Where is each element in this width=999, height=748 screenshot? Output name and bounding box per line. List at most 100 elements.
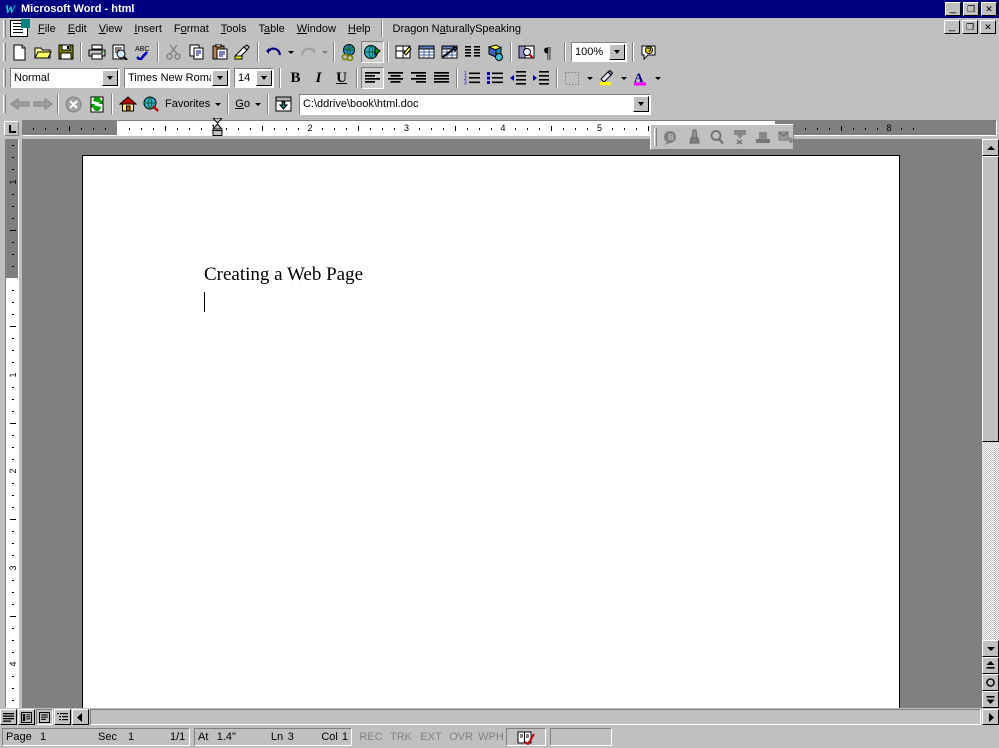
tables-and-borders-button[interactable] xyxy=(392,41,415,63)
address-combo-arrow[interactable] xyxy=(632,96,649,112)
document-canvas[interactable]: Creating a Web Page xyxy=(22,139,982,708)
select-browse-object-button[interactable] xyxy=(982,674,999,691)
highlight-button[interactable] xyxy=(595,67,618,89)
vertical-scrollbar[interactable] xyxy=(982,139,999,708)
status-flag-rec[interactable]: REC xyxy=(356,731,386,743)
new-document-button[interactable] xyxy=(8,41,31,63)
menu-view[interactable]: View xyxy=(93,20,129,38)
window-minimize-button[interactable]: _ xyxy=(945,2,961,16)
vertical-scroll-thumb[interactable] xyxy=(982,156,999,442)
style-combo[interactable]: Normal xyxy=(10,68,120,88)
menu-help[interactable]: Help xyxy=(342,20,377,38)
vertical-ruler[interactable]: 1 1 2 3 4 xyxy=(0,139,22,708)
copy-button[interactable] xyxy=(185,41,208,63)
print-layout-view-button[interactable] xyxy=(36,709,53,725)
font-size-combo-arrow[interactable] xyxy=(256,70,272,86)
search-web-icon[interactable] xyxy=(139,93,162,115)
borders-dropdown-arrow[interactable] xyxy=(584,67,595,89)
paste-button[interactable] xyxy=(208,41,231,63)
previous-page-button[interactable] xyxy=(982,657,999,674)
refresh-icon[interactable] xyxy=(85,93,108,115)
columns-button[interactable] xyxy=(461,41,484,63)
style-combo-arrow[interactable] xyxy=(102,70,118,86)
borders-button[interactable] xyxy=(561,67,584,89)
undo-button[interactable] xyxy=(262,41,285,63)
align-left-button[interactable] xyxy=(361,67,384,89)
align-justify-button[interactable] xyxy=(430,67,453,89)
menu-table[interactable]: Table xyxy=(252,20,290,38)
align-center-button[interactable] xyxy=(384,67,407,89)
cut-button[interactable] xyxy=(162,41,185,63)
menu-edit[interactable]: Edit xyxy=(62,20,93,38)
stop-icon[interactable] xyxy=(62,93,85,115)
font-combo-arrow[interactable] xyxy=(212,70,228,86)
insert-table-button[interactable] xyxy=(415,41,438,63)
menu-window[interactable]: Window xyxy=(291,20,342,38)
home-icon[interactable] xyxy=(116,93,139,115)
web-toolbar-grip[interactable] xyxy=(3,95,6,113)
insert-comment-button[interactable]: B xyxy=(659,126,682,148)
document-control-icon[interactable] xyxy=(10,19,30,37)
scroll-down-button[interactable] xyxy=(982,640,999,657)
highlight-dropdown-arrow[interactable] xyxy=(618,67,629,89)
address-combo[interactable]: C:\ddrive\book\html.doc xyxy=(298,93,651,115)
formatting-toolbar-grip[interactable] xyxy=(3,69,6,87)
menu-insert[interactable]: Insert xyxy=(128,20,168,38)
go-dropdown-arrow[interactable] xyxy=(254,102,261,106)
horizontal-ruler[interactable]: 12345678 xyxy=(22,118,997,137)
favorites-dropdown-arrow[interactable] xyxy=(215,102,222,106)
outline-view-button[interactable] xyxy=(54,709,71,725)
drawing-button[interactable] xyxy=(484,41,507,63)
document-map-button[interactable] xyxy=(515,41,538,63)
bullets-button[interactable] xyxy=(484,67,507,89)
increase-indent-button[interactable] xyxy=(530,67,553,89)
underline-button[interactable]: U xyxy=(330,67,353,89)
spelling-status-icon[interactable] xyxy=(506,728,546,746)
back-button[interactable] xyxy=(8,93,31,115)
standard-toolbar-grip[interactable] xyxy=(3,43,6,61)
doc-minimize-button[interactable]: _ xyxy=(944,20,960,34)
doc-restore-button[interactable]: ❐ xyxy=(962,20,978,34)
web-toolbar-button[interactable] xyxy=(361,41,384,63)
document-heading-text[interactable]: Creating a Web Page xyxy=(204,264,363,286)
show-formatting-marks-button[interactable]: ¶ xyxy=(538,41,561,63)
vertical-scroll-track[interactable] xyxy=(982,156,999,640)
print-preview-button[interactable] xyxy=(108,41,131,63)
status-flag-ovr[interactable]: OVR xyxy=(446,731,476,743)
align-right-button[interactable] xyxy=(407,67,430,89)
normal-view-button[interactable] xyxy=(0,709,17,725)
status-flag-ext[interactable]: EXT xyxy=(416,731,446,743)
left-tab-stop-icon[interactable] xyxy=(3,120,19,136)
reject-change-button[interactable] xyxy=(728,126,751,148)
status-flag-trk[interactable]: TRK xyxy=(386,731,416,743)
office-assistant-button[interactable] xyxy=(637,41,660,63)
web-layout-view-button[interactable] xyxy=(18,709,35,725)
numbering-button[interactable]: 123 xyxy=(461,67,484,89)
insert-hyperlink-button[interactable] xyxy=(338,41,361,63)
redo-button[interactable] xyxy=(296,41,319,63)
zoom-combo[interactable]: 100% xyxy=(571,42,627,62)
doc-close-button[interactable]: ✕ xyxy=(980,20,996,34)
menu-dragon-naturallyspeaking[interactable]: Dragon NaturallySpeaking xyxy=(387,20,527,38)
zoom-combo-arrow[interactable] xyxy=(609,44,625,60)
forward-button[interactable] xyxy=(31,93,54,115)
reviewing-toolbar-grip[interactable] xyxy=(654,128,657,146)
decrease-indent-button[interactable] xyxy=(507,67,530,89)
scroll-left-button[interactable] xyxy=(72,709,89,725)
favorites-button[interactable]: Favorites xyxy=(162,93,224,115)
font-size-combo[interactable]: 14 xyxy=(234,68,274,88)
address-input[interactable]: C:\ddrive\book\html.doc xyxy=(300,98,632,110)
menu-format[interactable]: Format xyxy=(168,20,215,38)
find-button[interactable] xyxy=(705,126,728,148)
undo-dropdown-arrow[interactable] xyxy=(285,41,296,63)
bold-button[interactable]: B xyxy=(284,67,307,89)
next-page-button[interactable] xyxy=(982,691,999,708)
menubar-grip[interactable] xyxy=(3,19,6,38)
send-to-mail-recipient-button[interactable] xyxy=(774,126,797,148)
menu-tools[interactable]: Tools xyxy=(215,20,253,38)
format-painter-button[interactable] xyxy=(231,41,254,63)
font-color-button[interactable]: A xyxy=(629,67,652,89)
menu-file[interactable]: File xyxy=(32,20,62,38)
status-flag-wph[interactable]: WPH xyxy=(476,731,506,743)
window-close-button[interactable]: ✕ xyxy=(981,2,997,16)
